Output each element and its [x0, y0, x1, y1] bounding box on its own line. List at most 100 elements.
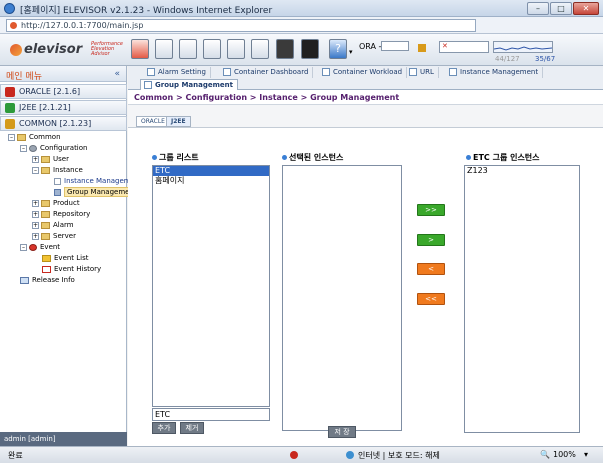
minimize-button[interactable]: – — [527, 2, 549, 15]
tree-instance[interactable]: – Instance — [32, 166, 83, 174]
logout-icon[interactable] — [131, 39, 149, 59]
gear-icon — [29, 144, 37, 152]
add-button[interactable]: 추가 — [152, 422, 176, 434]
speaker-icon[interactable] — [418, 44, 426, 52]
sidebar: 메인 메뉴 « ORACLE [2.1.6] J2EE [2.1.21] COM… — [0, 66, 140, 446]
tree-instance-management[interactable]: Instance Managemen — [54, 177, 139, 185]
remove-button[interactable]: 제거 — [180, 422, 204, 434]
bullet-icon — [152, 155, 157, 160]
list-item[interactable]: ETC — [153, 166, 269, 176]
db-label: ORA - — [359, 42, 382, 51]
collapse-icon[interactable]: – — [20, 243, 27, 251]
tree-release-info[interactable]: Release Info — [20, 276, 75, 284]
move-all-left-button[interactable]: << — [417, 293, 445, 305]
folder-icon — [41, 232, 50, 240]
help-icon[interactable]: ? — [329, 39, 347, 59]
tree-event[interactable]: – Event — [20, 243, 60, 251]
close-button[interactable]: ✕ — [573, 2, 599, 15]
subtab-oracle[interactable]: ORACLE — [136, 116, 170, 127]
tree-event-history[interactable]: Event History — [42, 265, 101, 273]
group-list-title: 그룹 리스트 — [152, 152, 199, 163]
expand-icon[interactable]: + — [32, 155, 39, 163]
status-bar: 완료 인터넷 | 보호 모드: 해제 🔍 100% ▾ — [0, 446, 603, 463]
url-text: http://127.0.0.1:7700/main.jsp — [21, 21, 144, 30]
tree-configuration[interactable]: – Configuration — [20, 144, 87, 152]
zoom-level[interactable]: 100% — [553, 450, 576, 459]
tree-server[interactable]: + Server — [32, 232, 76, 240]
list-item[interactable]: Z123 — [465, 166, 579, 176]
folder-icon — [41, 210, 50, 218]
tab-alarm-setting[interactable]: Alarm Setting — [144, 67, 211, 78]
collapse-icon[interactable]: « — [114, 69, 120, 79]
tree-product[interactable]: + Product — [32, 199, 80, 207]
tree-common[interactable]: – Common — [8, 133, 61, 141]
subtab-j2ee[interactable]: J2EE — [166, 116, 191, 127]
toolbar-icon-2[interactable] — [155, 39, 173, 59]
group-list[interactable]: ETC 홈페이지 — [152, 165, 270, 407]
toolbar-icon-4[interactable] — [203, 39, 221, 59]
chevron-down-icon[interactable]: ▾ — [584, 450, 588, 459]
tree-user[interactable]: + User — [32, 155, 69, 163]
save-button[interactable]: 저 장 — [328, 426, 356, 438]
selected-instances-list[interactable] — [282, 165, 402, 431]
expand-icon[interactable]: + — [32, 221, 39, 229]
tree-group-management[interactable]: Group Management — [54, 187, 140, 197]
group-instances-list[interactable]: Z123 — [464, 165, 580, 433]
brand-text: elevisor — [24, 42, 83, 57]
tab-container-workload[interactable]: Container Workload — [319, 67, 408, 78]
info-icon — [20, 276, 29, 284]
folder-icon — [41, 221, 50, 229]
sidebar-group-label: ORACLE [2.1.6] — [19, 87, 81, 96]
collapse-icon[interactable]: – — [20, 144, 27, 152]
expand-icon[interactable]: + — [32, 232, 39, 240]
group-instances-title: ETC 그룹 인스턴스 — [466, 152, 540, 163]
collapse-icon[interactable]: – — [8, 133, 15, 141]
app-toolbar: elevisor Performance Elevation Advisor ?… — [0, 34, 603, 66]
page-icon — [10, 22, 17, 29]
tab-group-management[interactable]: Group Management — [140, 79, 238, 90]
status-text: 완료 — [8, 451, 23, 460]
list-item[interactable]: 홈페이지 — [153, 176, 269, 186]
bullet-icon — [466, 155, 471, 160]
oracle-icon — [5, 87, 15, 97]
maximize-button[interactable]: □ — [550, 2, 572, 15]
collapse-icon[interactable]: – — [32, 166, 39, 174]
toolbar-icon-8[interactable] — [301, 39, 319, 59]
expand-icon[interactable]: + — [32, 199, 39, 207]
tagline-line-3: Advisor — [91, 51, 110, 57]
folder-icon — [17, 133, 26, 141]
counter-left: 44/127 — [495, 55, 520, 63]
tree-alarm[interactable]: + Alarm — [32, 221, 74, 229]
alert-box: ✕ — [439, 41, 489, 53]
chevron-down-icon[interactable]: ▾ — [349, 48, 353, 56]
common-icon — [5, 119, 15, 129]
performance-graph — [493, 41, 553, 53]
elevisor-logo: elevisor — [10, 42, 90, 58]
sidebar-header: 메인 메뉴 « — [0, 66, 126, 82]
tree-event-list[interactable]: Event List — [42, 254, 89, 262]
toolbar-icon-5[interactable] — [227, 39, 245, 59]
tab-instance-management[interactable]: Instance Management — [446, 67, 544, 78]
move-all-right-button[interactable]: >> — [417, 204, 445, 216]
folder-icon — [41, 166, 50, 174]
sidebar-group-j2ee[interactable]: J2EE [2.1.21] — [0, 100, 127, 115]
ie-icon — [4, 3, 15, 14]
tab-url[interactable]: URL — [406, 67, 439, 78]
group-name-input[interactable]: ETC — [152, 408, 270, 421]
tree-repository[interactable]: + Repository — [32, 210, 90, 218]
hold-icon[interactable] — [276, 39, 294, 59]
sidebar-group-common[interactable]: COMMON [2.1.23] — [0, 116, 127, 131]
db-input[interactable] — [381, 41, 409, 51]
sidebar-group-oracle[interactable]: ORACLE [2.1.6] — [0, 84, 127, 99]
toolbar-icon-6[interactable] — [251, 39, 269, 59]
toolbar-icon-3[interactable] — [179, 39, 197, 59]
expand-icon[interactable]: + — [32, 210, 39, 218]
move-right-button[interactable]: > — [417, 234, 445, 246]
sub-tab-bar: ORACLE J2EE — [128, 105, 603, 127]
zone-text: 인터넷 | 보호 모드: 해제 — [358, 451, 440, 460]
event-icon — [29, 243, 37, 251]
tab-container-dashboard[interactable]: Container Dashboard — [220, 67, 314, 78]
move-left-button[interactable]: < — [417, 263, 445, 275]
logo-mark-icon — [10, 44, 22, 56]
url-field[interactable]: http://127.0.0.1:7700/main.jsp — [6, 19, 476, 32]
